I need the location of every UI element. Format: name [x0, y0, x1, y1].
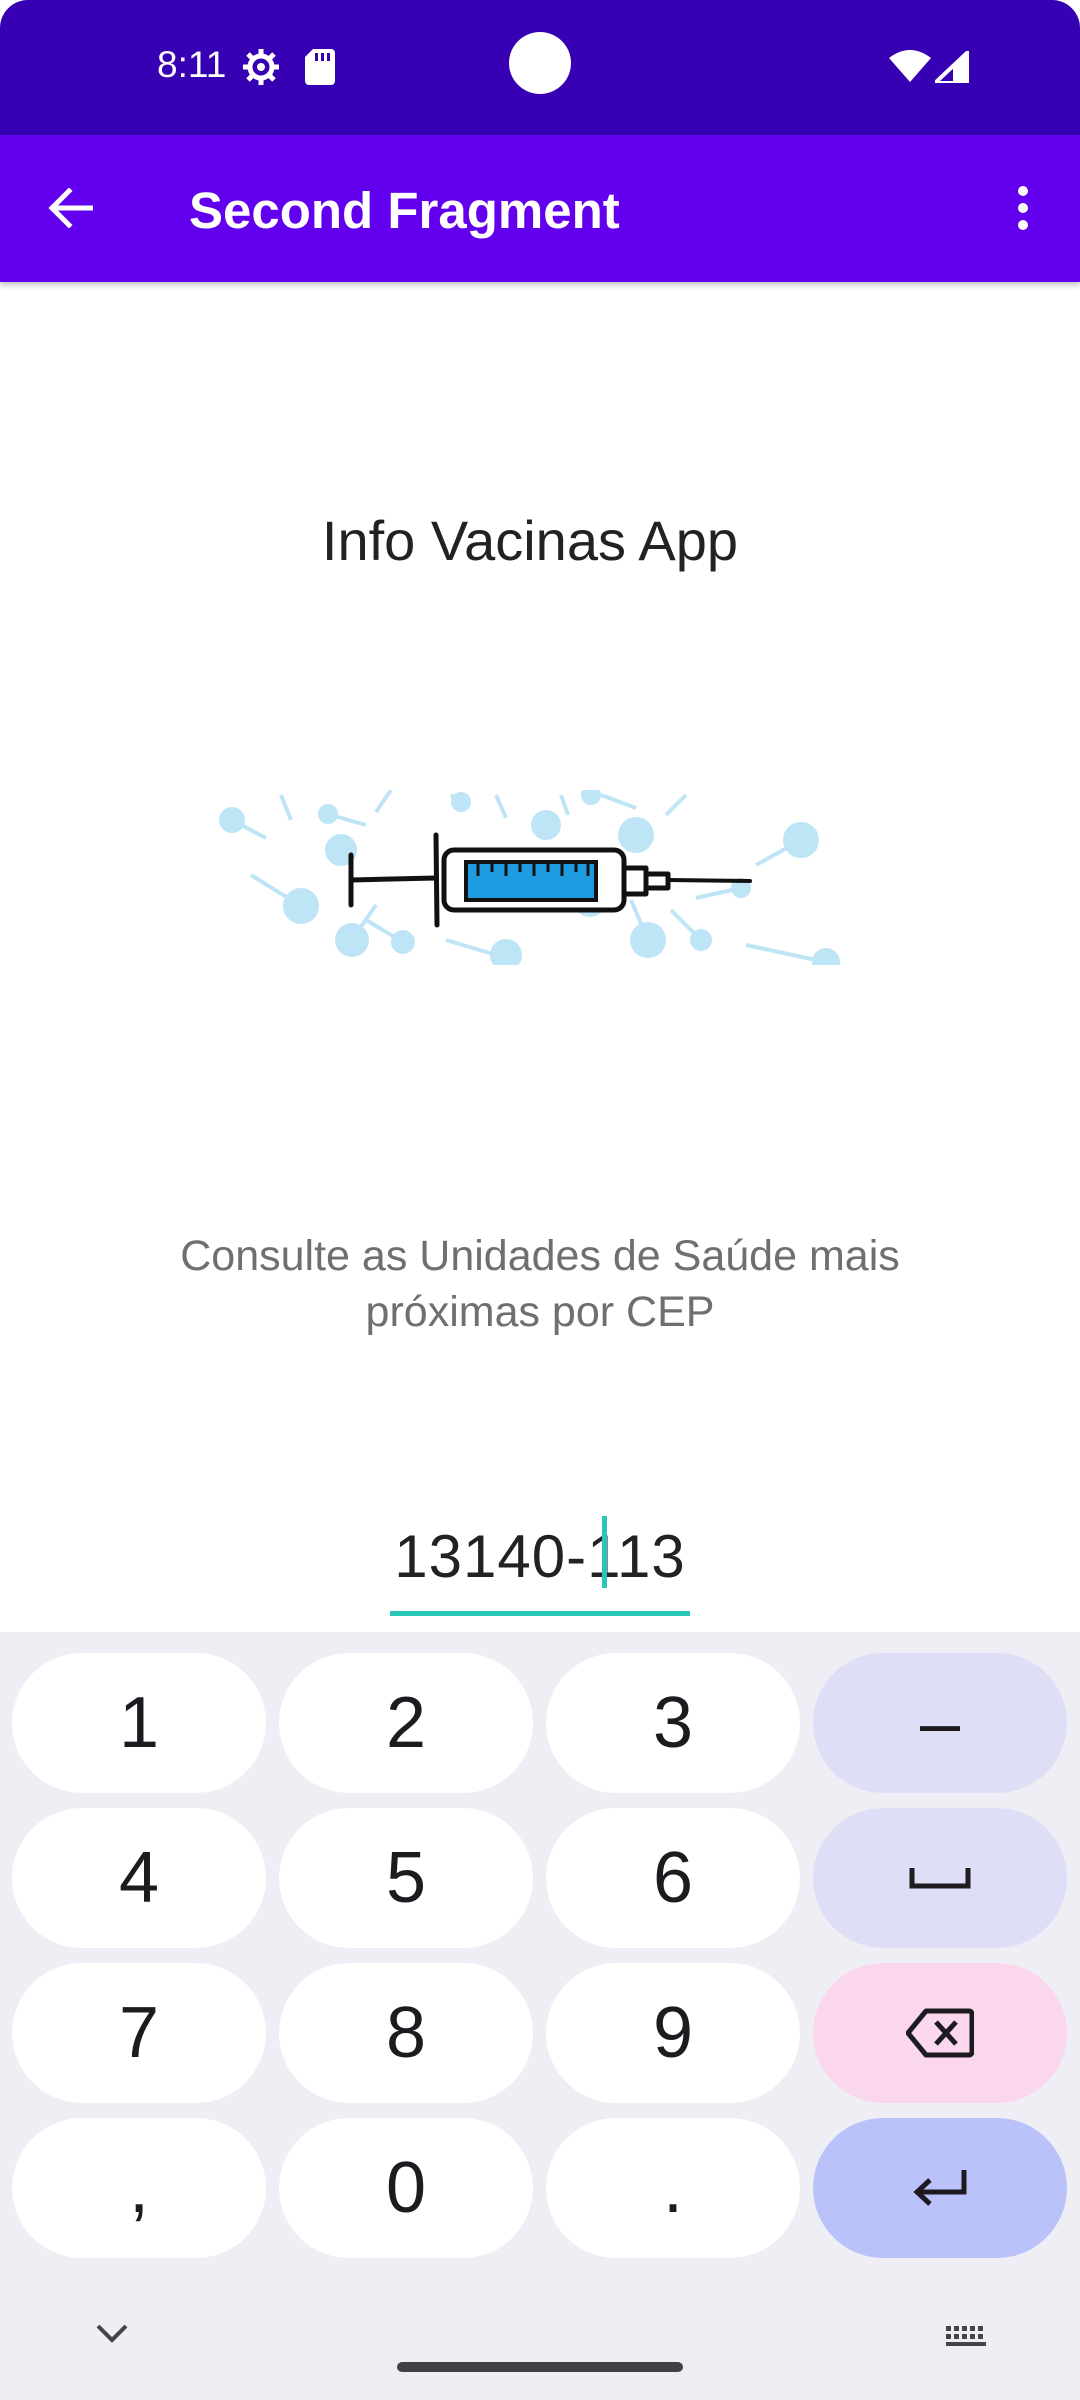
- key-enter[interactable]: [813, 2118, 1067, 2258]
- home-gesture-bar[interactable]: [397, 2362, 683, 2372]
- front-camera: [509, 32, 571, 94]
- key-1[interactable]: 1: [12, 1653, 266, 1793]
- key-3[interactable]: 3: [546, 1653, 800, 1793]
- key-0[interactable]: 0: [279, 2118, 533, 2258]
- text-cursor: [602, 1516, 607, 1588]
- key-space[interactable]: [813, 1808, 1067, 1948]
- status-time: 8:11: [157, 44, 227, 85]
- keyboard-switch-icon[interactable]: [944, 2324, 990, 2348]
- key-dash[interactable]: –: [813, 1653, 1067, 1793]
- sd-card-icon: [305, 49, 335, 85]
- wifi-icon: [889, 50, 931, 82]
- app-headline: Info Vacinas App: [321, 509, 739, 572]
- cep-value: 13140-113: [394, 1523, 686, 1590]
- status-bar: 8:11: [0, 0, 1080, 135]
- key-5[interactable]: 5: [279, 1808, 533, 1948]
- overflow-menu-button[interactable]: [1000, 168, 1046, 248]
- cep-instructions: Consulte as Unidades de Saúde mais próxi…: [180, 1232, 900, 1336]
- key-comma[interactable]: ,: [12, 2118, 266, 2258]
- backspace-icon: [906, 2008, 974, 2058]
- app-bar-title: Second Fragment: [189, 182, 620, 239]
- app-bar: Second Fragment: [0, 135, 1080, 282]
- key-7[interactable]: 7: [12, 1963, 266, 2103]
- chevron-down-icon[interactable]: [92, 2320, 132, 2346]
- key-6[interactable]: 6: [546, 1808, 800, 1948]
- key-8[interactable]: 8: [279, 1963, 533, 2103]
- enter-icon: [913, 2170, 967, 2206]
- syringe-illustration: [219, 790, 840, 965]
- settings-gear-icon: [243, 49, 279, 85]
- key-2[interactable]: 2: [279, 1653, 533, 1793]
- cep-input[interactable]: 13140-113: [390, 1498, 690, 1616]
- arrow-back-icon: [48, 188, 93, 228]
- key-period[interactable]: .: [546, 2118, 800, 2258]
- key-4[interactable]: 4: [12, 1808, 266, 1948]
- cep-input-underline: [390, 1611, 690, 1616]
- space-icon: [909, 1868, 971, 1889]
- more-vert-icon: [1018, 186, 1028, 230]
- key-9[interactable]: 9: [546, 1963, 800, 2103]
- key-backspace[interactable]: [813, 1963, 1067, 2103]
- back-button[interactable]: [30, 168, 110, 248]
- cell-signal-icon: [935, 51, 969, 83]
